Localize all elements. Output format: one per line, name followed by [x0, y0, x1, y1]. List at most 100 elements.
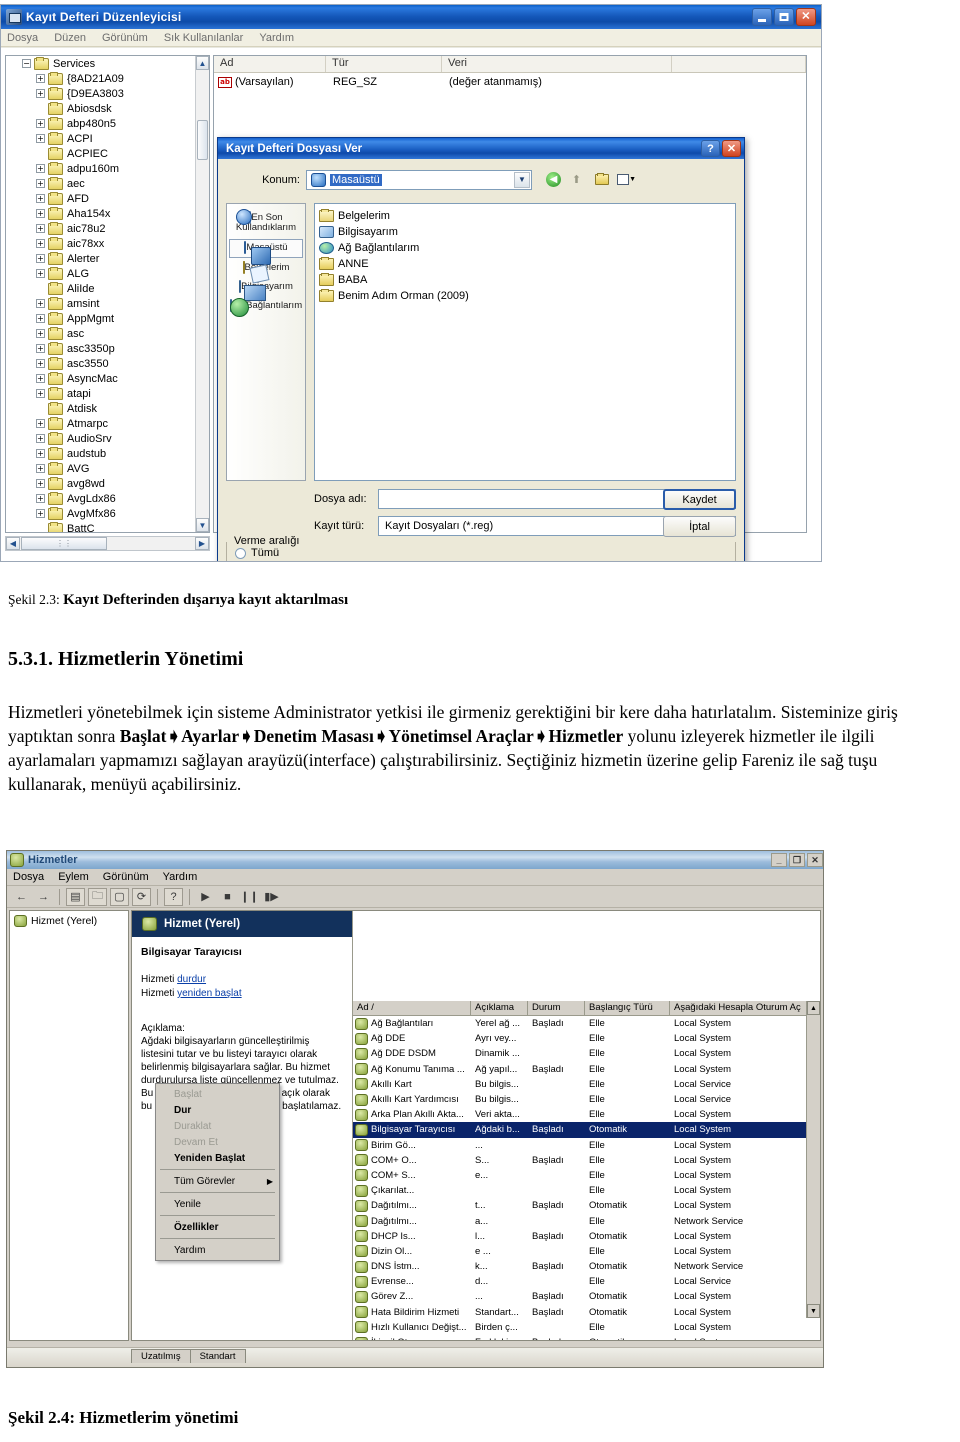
menu-eylem[interactable]: Eylem	[58, 871, 89, 883]
tree-node-aliide[interactable]: AliIde	[6, 281, 195, 296]
table-row[interactable]: Hata Bildirim Hizmeti Standart... Başladı O…	[353, 1305, 820, 1320]
tree-node-battc[interactable]: BattC	[6, 521, 195, 532]
place-desktop[interactable]: Masaüstü	[229, 239, 303, 258]
tree-node-avgldx86[interactable]: + AvgLdx86	[6, 491, 195, 506]
expand-icon[interactable]: +	[36, 389, 45, 398]
expand-icon[interactable]: +	[36, 464, 45, 473]
table-row[interactable]: Birim Gö...... Elle Local System	[353, 1138, 820, 1153]
tree-node-acpiec[interactable]: ACPIEC	[6, 146, 195, 161]
context-menu-item-yenidenbaşlat[interactable]: Yeniden Başlat	[156, 1150, 279, 1166]
expand-icon[interactable]: +	[36, 119, 45, 128]
export-list-icon[interactable]: ▢	[110, 887, 129, 906]
tab-uzatılmış[interactable]: Uzatılmış	[131, 1349, 191, 1363]
collapse-icon[interactable]: −	[22, 59, 31, 68]
expand-icon[interactable]: +	[36, 134, 45, 143]
table-row[interactable]: İkincil Oturum Farklı ki...BaşladıOtomati…	[353, 1335, 820, 1340]
services-list-pane[interactable]: Ad / Açıklama Durum Başlangıç Türü Aşağıdaki…	[352, 911, 820, 1340]
tree-node-atmarpc[interactable]: + Atmarpc	[6, 416, 195, 431]
show-tree-icon[interactable]: ▤	[66, 887, 85, 906]
radio-all[interactable]	[235, 547, 246, 559]
stop-service-link[interactable]: durdur	[177, 974, 206, 985]
list-item[interactable]: Ağ Bağlantılarım	[319, 240, 735, 256]
tree-node-aic78xx[interactable]: + aic78xx	[6, 236, 195, 251]
expand-icon[interactable]: +	[36, 89, 45, 98]
help-button[interactable]: ?	[701, 140, 720, 157]
context-menu-item-dur[interactable]: Dur	[156, 1102, 279, 1118]
place-recent[interactable]: En Son Kullandıklarım	[229, 210, 303, 237]
tree-node-audstub[interactable]: + audstub	[6, 446, 195, 461]
table-row[interactable]: ab (Varsayılan) REG_SZ (değer atanmamış)	[214, 73, 806, 91]
restart-service-icon[interactable]: ▮▶	[262, 888, 281, 906]
menu-yardim[interactable]: Yardım	[163, 871, 198, 883]
list-item[interactable]: BABA	[319, 272, 735, 288]
menu-yardim[interactable]: Yardım	[259, 32, 294, 44]
table-row[interactable]: Hızlı Kullanıcı Değişt... Birden ç... Elle…	[353, 1320, 820, 1335]
table-row[interactable]: Görev Z...... Başladı Otomatik Local System	[353, 1289, 820, 1304]
expand-icon[interactable]: +	[36, 419, 45, 428]
tree-node-services[interactable]: − Services	[6, 56, 195, 71]
save-button[interactable]: Kaydet	[663, 489, 736, 510]
tree-vertical-scrollbar[interactable]: ▲ ▼	[195, 56, 209, 532]
menu-gorunum[interactable]: Görünüm	[103, 871, 149, 883]
list-item[interactable]: ANNE	[319, 256, 735, 272]
expand-icon[interactable]: +	[36, 359, 45, 368]
expand-icon[interactable]: +	[36, 479, 45, 488]
services-list-scrollbar[interactable]: ▲ ▼	[806, 1001, 820, 1318]
expand-icon[interactable]: +	[36, 299, 45, 308]
tree-node-asyncmac[interactable]: + AsyncMac	[6, 371, 195, 386]
table-row[interactable]: Akıllı Kart Bu bilgis... Elle Local Service	[353, 1077, 820, 1092]
tree-node-acpi[interactable]: + ACPI	[6, 131, 195, 146]
context-menu-item-yardım[interactable]: Yardım	[156, 1242, 279, 1258]
expand-icon[interactable]: +	[36, 344, 45, 353]
dialog-close-button[interactable]: ✕	[722, 140, 741, 157]
scroll-down-icon[interactable]: ▼	[807, 1304, 820, 1318]
expand-icon[interactable]: +	[36, 209, 45, 218]
menu-duzen[interactable]: Düzen	[54, 32, 86, 44]
scroll-left-icon[interactable]: ◀	[6, 537, 20, 550]
column-header-2[interactable]: Açıklama	[471, 1000, 528, 1016]
table-row[interactable]: Dağıtılmı... t... Başladı Otomatik Local Sys…	[353, 1198, 820, 1213]
tree-node-asc3550[interactable]: + asc3550	[6, 356, 195, 371]
column-header-3[interactable]: Durum	[528, 1000, 585, 1016]
table-row[interactable]: Çıkarılat... Elle Local System	[353, 1183, 820, 1198]
up-folder-icon[interactable]: 🗀	[88, 887, 107, 906]
tree-node-amsint[interactable]: + amsint	[6, 296, 195, 311]
registry-tree-list[interactable]: − Services + {8AD21A09 + {D9EA3803 Abiosdsk +…	[6, 56, 195, 532]
column-header-1[interactable]: Ad /	[353, 1000, 471, 1016]
help-icon[interactable]: ?	[164, 887, 183, 906]
tree-node-atdisk[interactable]: Atdisk	[6, 401, 195, 416]
expand-icon[interactable]: +	[36, 164, 45, 173]
tree-horizontal-scrollbar[interactable]: ◀ ⋮⋮ ▶	[5, 536, 210, 551]
h-scroll-thumb[interactable]: ⋮⋮	[21, 537, 107, 550]
context-menu-item-yenile[interactable]: Yenile	[156, 1196, 279, 1212]
tree-node-aec[interactable]: + aec	[6, 176, 195, 191]
tree-node-avgmfx86[interactable]: + AvgMfx86	[6, 506, 195, 521]
minimize-button[interactable]	[752, 8, 772, 26]
stop-service-icon[interactable]: ■	[218, 888, 237, 906]
tree-node-alg[interactable]: + ALG	[6, 266, 195, 281]
tree-node-d9ea3803[interactable]: + {D9EA3803	[6, 86, 195, 101]
tree-node-avg8wd[interactable]: + avg8wd	[6, 476, 195, 491]
list-item[interactable]: Bilgisayarım	[319, 224, 735, 240]
list-item[interactable]: Benim Adım Orman (2009)	[319, 288, 735, 304]
cancel-button[interactable]: İptal	[663, 516, 736, 537]
table-row[interactable]: Arka Plan Akıllı Akta... Veri akta... Elle…	[353, 1107, 820, 1122]
table-row[interactable]: Evrense... d... Elle Local Service	[353, 1274, 820, 1289]
expand-icon[interactable]: +	[36, 329, 45, 338]
table-row[interactable]: Akıllı Kart Yardımcısı Bu bilgis... Elle Lo…	[353, 1092, 820, 1107]
menu-sik-kullanilanlar[interactable]: Sık Kullanılanlar	[164, 32, 244, 44]
tree-node-8ad21a09[interactable]: + {8AD21A09	[6, 71, 195, 86]
expand-icon[interactable]: +	[36, 449, 45, 458]
back-icon[interactable]: ◀	[546, 172, 561, 187]
tree-node-afd[interactable]: + AFD	[6, 191, 195, 206]
tab-standart[interactable]: Standart	[189, 1349, 246, 1363]
start-service-icon[interactable]: ▶	[196, 888, 215, 906]
menu-dosya[interactable]: Dosya	[7, 32, 38, 44]
expand-icon[interactable]: +	[36, 314, 45, 323]
services-list-rows[interactable]: Ağ Bağlantıları Yerel ağ ... Başladı Elle Lo…	[353, 1016, 820, 1340]
tree-node-aic78u2[interactable]: + aic78u2	[6, 221, 195, 236]
tree-node-atapi[interactable]: + atapi	[6, 386, 195, 401]
column-header-veri[interactable]: Veri	[442, 56, 672, 72]
table-row[interactable]: Bilgisayar Tarayıcısı Ağdaki b... Başladı O…	[353, 1122, 820, 1138]
table-row[interactable]: COM+ S... e... Elle Local System	[353, 1168, 820, 1183]
